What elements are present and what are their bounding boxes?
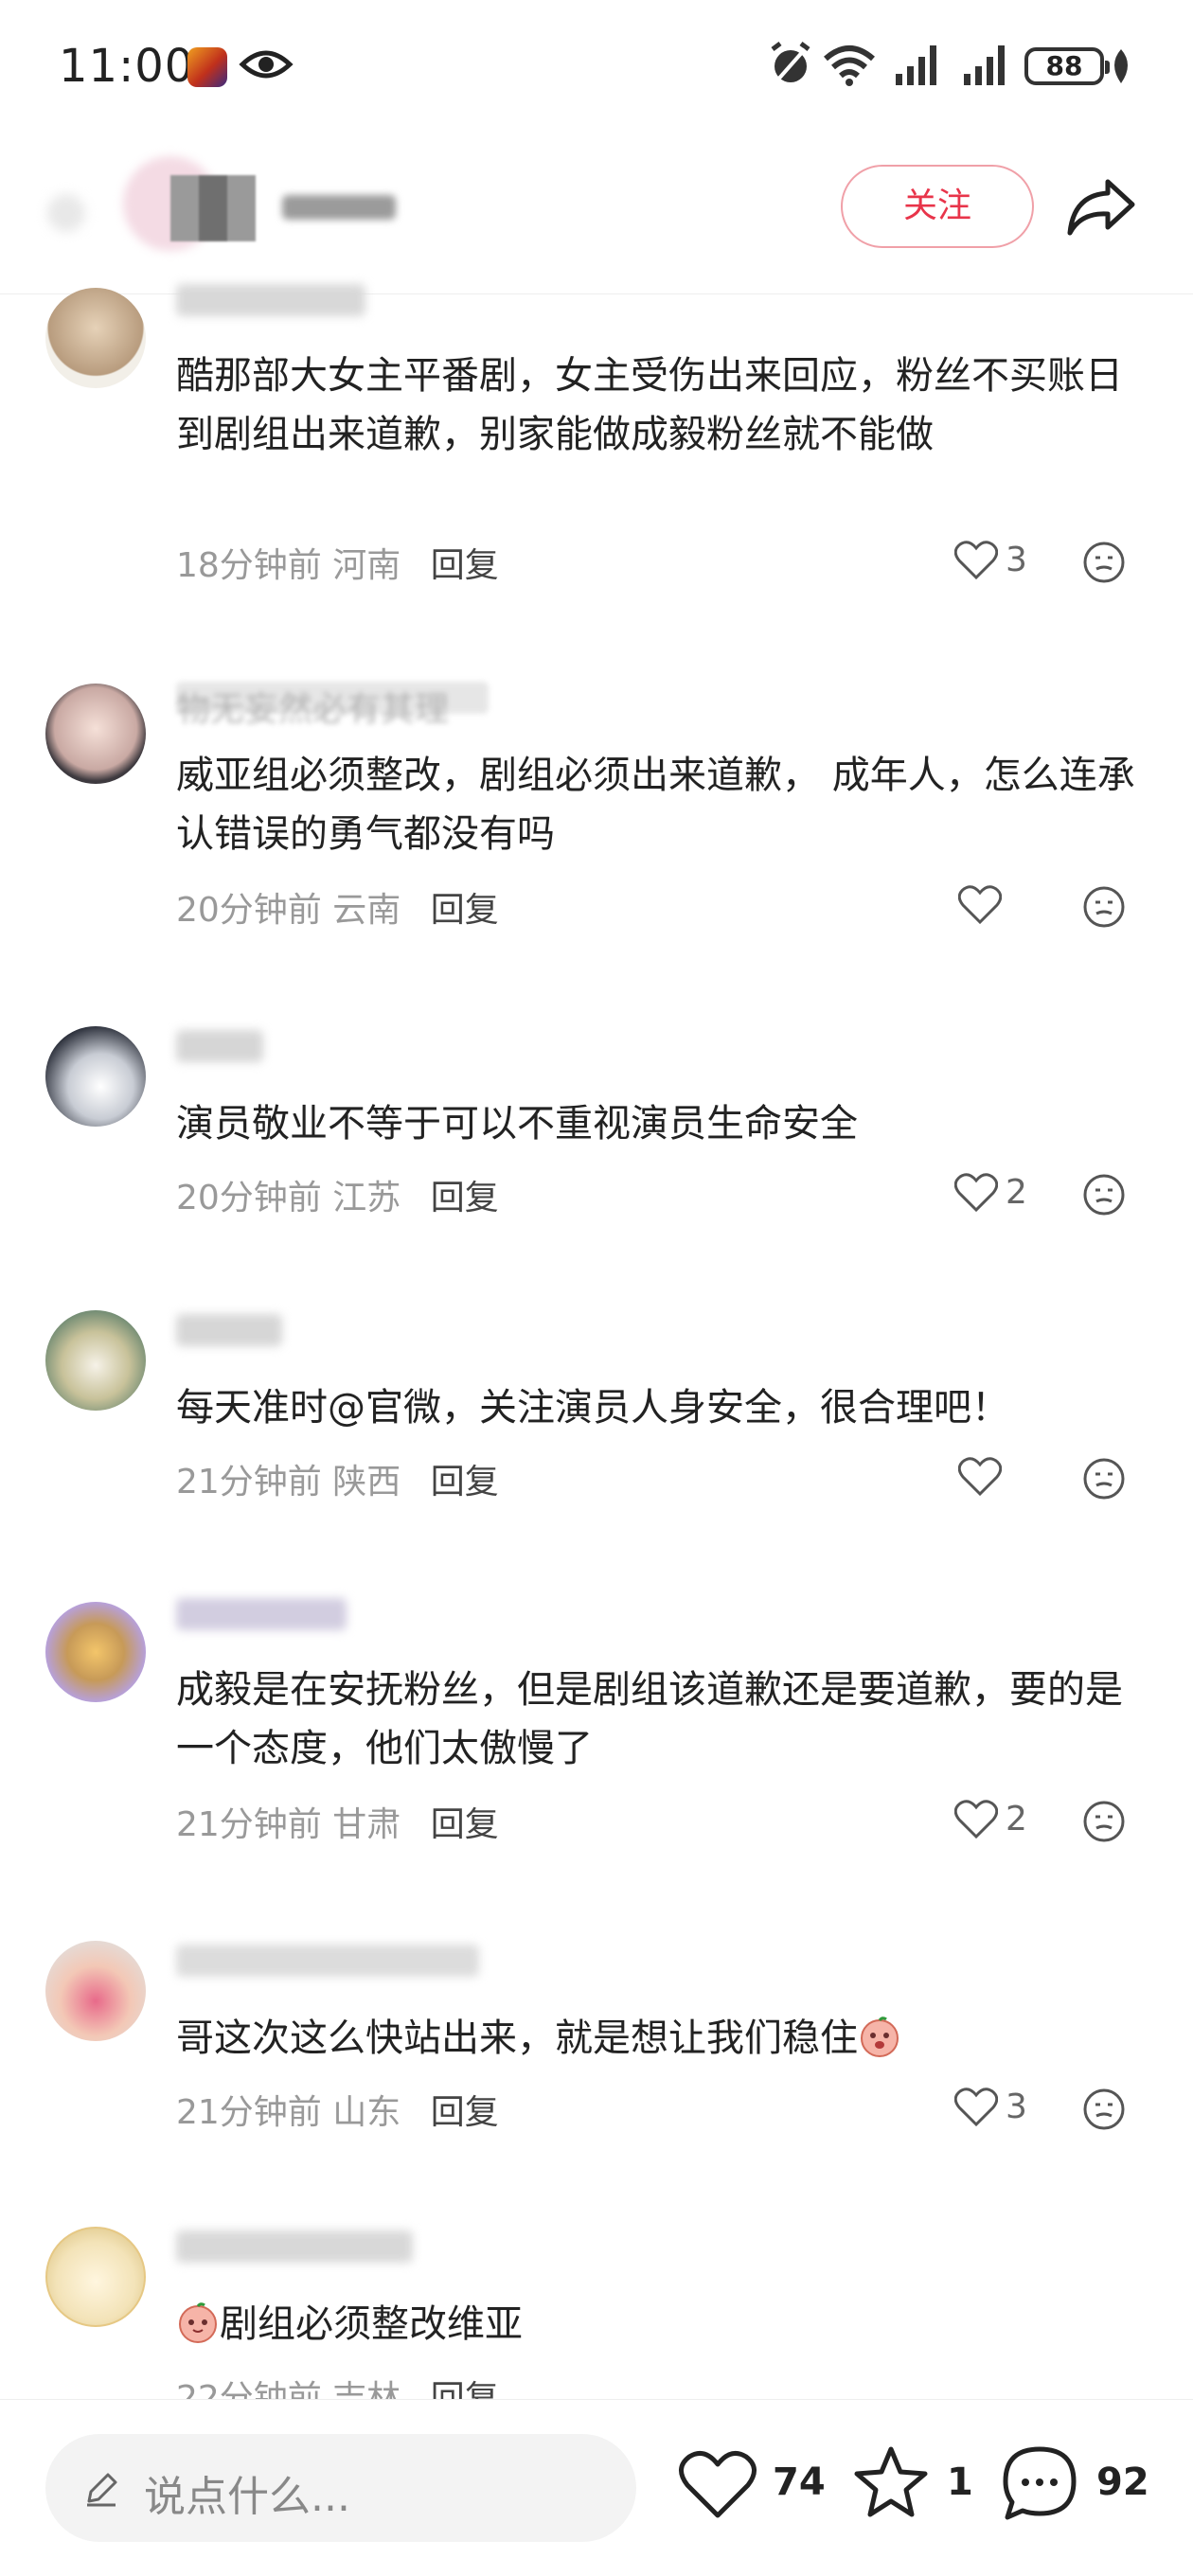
comment-time: 21分钟前 — [176, 1463, 322, 1501]
favorite-total: 1 — [947, 2461, 973, 2504]
comment-location: 山东 — [332, 2093, 401, 2132]
comment-location: 云南 — [332, 891, 401, 930]
like-button[interactable] — [958, 884, 1009, 924]
like-count: 2 — [1006, 1172, 1027, 1212]
like-count: 3 — [1006, 540, 1027, 579]
reply-button[interactable]: 回复 — [431, 1805, 499, 1844]
status-bar: 11:00 88 — [0, 0, 1193, 133]
emoji-reaction-icon[interactable] — [1081, 1799, 1127, 1844]
battery-indicator: 88 — [1024, 47, 1110, 85]
heart-icon — [954, 1173, 998, 1212]
comment-meta: 18分钟前 河南 回复 — [176, 538, 499, 587]
username[interactable]: 物无妄然必有其理 — [176, 682, 489, 729]
like-button[interactable]: 2 — [954, 1799, 1027, 1839]
comment-meta: 20分钟前 云南 回复 — [176, 882, 499, 932]
comment-text: 哥这次这么快站出来，就是想让我们稳住 — [176, 2009, 1142, 2068]
emoji-reaction-icon[interactable] — [1081, 2087, 1127, 2132]
comment-time: 20分钟前 — [176, 891, 322, 930]
emoji-reaction-icon[interactable] — [1081, 1172, 1127, 1217]
like-count: 2 — [1006, 1799, 1027, 1839]
alarm-off-icon — [771, 42, 810, 83]
signal-icon-2 — [964, 45, 1005, 85]
reply-button[interactable]: 回复 — [431, 1463, 499, 1501]
comment-bubble-icon[interactable] — [1000, 2443, 1079, 2523]
username[interactable] — [176, 1030, 263, 1062]
wifi-icon — [824, 45, 875, 86]
comment-total: 92 — [1096, 2461, 1149, 2504]
heart-icon — [958, 1457, 1002, 1496]
back-button[interactable] — [47, 194, 85, 232]
avatar[interactable] — [45, 2227, 146, 2327]
comment-text: 威亚组必须整改，剧组必须出来道歉， 成年人，怎么连承认错误的勇气都没有吗 — [176, 754, 1135, 856]
comment-text: 剧组必须整改维亚 — [176, 2295, 1142, 2354]
reply-button[interactable]: 回复 — [431, 1179, 499, 1217]
comment-meta: 21分钟前 陕西 回复 — [176, 1454, 499, 1503]
leaf-icon — [1114, 49, 1128, 83]
signal-icon-1 — [896, 45, 936, 85]
username[interactable] — [176, 1598, 347, 1630]
emoji-reaction-icon[interactable] — [1081, 1456, 1127, 1501]
comment-location: 河南 — [332, 546, 401, 585]
comment-location: 江苏 — [332, 1179, 401, 1217]
comment-location: 陕西 — [332, 1463, 401, 1501]
status-time: 11:00 — [59, 40, 195, 93]
peach-face-emoji-icon — [179, 2302, 217, 2343]
share-icon[interactable] — [1066, 176, 1136, 237]
avatar[interactable] — [45, 1310, 146, 1411]
avatar[interactable] — [45, 1602, 146, 1702]
follow-button[interactable]: 关注 — [841, 165, 1034, 248]
emoji-reaction-icon[interactable] — [1081, 540, 1127, 585]
heart-icon — [954, 1800, 998, 1839]
comment-meta: 21分钟前 山东 回复 — [176, 2085, 499, 2134]
username[interactable] — [176, 284, 365, 316]
avatar[interactable] — [45, 1941, 146, 2041]
bottom-action-bar: 说点什么... 74 1 92 — [0, 2399, 1193, 2576]
username[interactable] — [176, 1314, 282, 1346]
comment-time: 20分钟前 — [176, 1179, 322, 1217]
like-total: 74 — [773, 2461, 826, 2504]
eye-icon — [239, 50, 294, 79]
comment-meta: 21分钟前 甘肃 回复 — [176, 1797, 499, 1846]
like-button[interactable]: 2 — [954, 1172, 1027, 1212]
heart-icon — [958, 885, 1002, 924]
pencil-icon — [87, 2473, 117, 2507]
username[interactable] — [176, 1945, 479, 1977]
heart-icon — [954, 2087, 998, 2126]
emoji-reaction-icon[interactable] — [1081, 884, 1127, 930]
app-notification-icon — [187, 47, 227, 87]
comment-text: 演员敬业不等于可以不重视演员生命安全 — [176, 1102, 858, 1146]
avatar[interactable] — [45, 684, 146, 784]
like-count: 3 — [1006, 2087, 1027, 2126]
heart-icon — [954, 541, 998, 579]
comment-input-placeholder: 说点什么... — [144, 2473, 350, 2521]
like-button[interactable]: 3 — [954, 2087, 1027, 2126]
reply-button[interactable]: 回复 — [431, 546, 499, 585]
comment-meta: 20分钟前 江苏 回复 — [176, 1170, 499, 1219]
comment-text: 酷那部大女主平番剧，女主受伤出来回应，粉丝不买账日到剧组出来道歉，别家能做成毅粉… — [176, 354, 1123, 456]
star-icon[interactable] — [852, 2445, 930, 2521]
username[interactable] — [176, 2230, 413, 2263]
reply-button[interactable]: 回复 — [431, 891, 499, 930]
comment-text: 每天准时@官微，关注演员人身安全，很合理吧！ — [176, 1386, 1009, 1430]
like-button[interactable]: 3 — [954, 540, 1027, 579]
comment-time: 21分钟前 — [176, 2093, 322, 2132]
comment-time: 18分钟前 — [176, 546, 322, 585]
avatar[interactable] — [45, 1026, 146, 1127]
comment-input[interactable]: 说点什么... — [45, 2434, 636, 2542]
author-name[interactable] — [282, 195, 396, 220]
comment-text: 成毅是在安抚粉丝，但是剧组该道歉还是要道歉，要的是一个态度，他们太傲慢了 — [176, 1668, 1123, 1770]
comment-time: 21分钟前 — [176, 1805, 322, 1844]
reply-button[interactable]: 回复 — [431, 2093, 499, 2132]
comment-location: 甘肃 — [332, 1805, 401, 1844]
author-avatar-mosaic — [170, 175, 256, 241]
avatar[interactable] — [45, 288, 146, 388]
heart-icon[interactable] — [678, 2447, 757, 2521]
like-button[interactable] — [958, 1456, 1009, 1496]
crying-face-emoji-icon — [861, 2016, 899, 2057]
